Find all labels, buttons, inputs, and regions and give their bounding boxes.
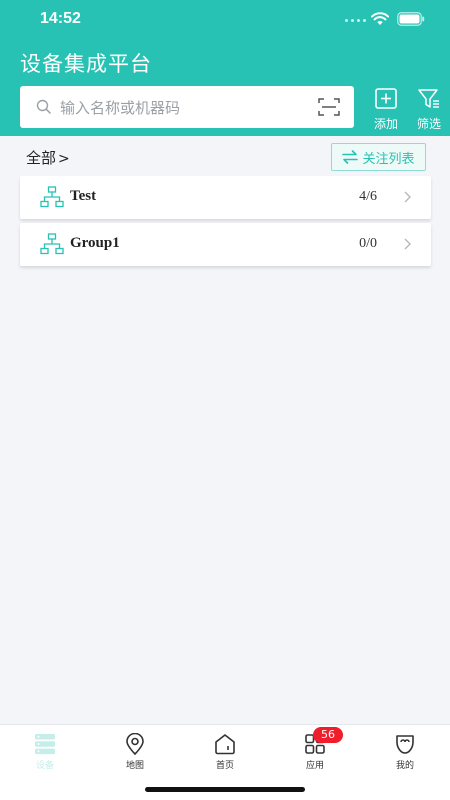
add-label: 添加 (373, 117, 398, 131)
follow-list-label: 关注列表 (362, 151, 415, 167)
scan-icon[interactable] (318, 97, 340, 117)
home-indicator (145, 787, 305, 792)
network-group-icon (40, 186, 64, 208)
apps-notification-badge: 56 (313, 727, 343, 743)
status-bar: 14:52 (0, 0, 450, 40)
tab-profile-label: 我的 (395, 761, 414, 771)
group-name: Test (70, 188, 97, 204)
tab-home[interactable]: 首页 (195, 733, 255, 771)
devices-icon (35, 734, 55, 755)
network-group-icon (40, 233, 64, 255)
map-pin-icon (126, 733, 144, 755)
breadcrumb-chevron: > (58, 151, 70, 167)
tab-map[interactable]: 地图 (105, 733, 165, 771)
tab-map-label: 地图 (125, 761, 144, 771)
app-header: 14:52 设备集成平台 输入名称或机器码 添加 筛选 (0, 0, 450, 136)
chevron-right-icon (404, 238, 411, 250)
add-icon (375, 88, 397, 109)
tab-home-label: 首页 (215, 761, 234, 771)
swap-icon (342, 150, 359, 164)
filter-icon (418, 89, 439, 108)
chevron-right-icon (404, 191, 411, 203)
follow-list-button[interactable]: 关注列表 (331, 143, 426, 171)
group-device-count: 4/6 (359, 189, 377, 204)
add-button[interactable]: 添加 (366, 88, 406, 132)
tab-devices-label: 设备 (35, 761, 54, 771)
breadcrumb[interactable]: 全部 > (26, 147, 70, 168)
tab-apps-label: 应用 (305, 761, 324, 771)
search-icon (36, 99, 51, 114)
filter-button[interactable]: 筛选 (409, 88, 449, 132)
status-time: 14:52 (40, 10, 81, 27)
page-title: 设备集成平台 (20, 52, 152, 76)
filter-label: 筛选 (416, 117, 441, 131)
home-icon (215, 734, 235, 755)
tab-profile[interactable]: 我的 (375, 733, 435, 771)
profile-icon (396, 735, 414, 754)
group-item[interactable]: Group1 0/0 (20, 223, 431, 266)
tab-devices[interactable]: 设备 (15, 733, 75, 771)
wifi-icon (371, 12, 389, 25)
group-name: Group1 (70, 235, 120, 251)
group-device-count: 0/0 (359, 236, 377, 251)
signal-icon (345, 19, 366, 22)
battery-icon (397, 12, 425, 26)
group-item[interactable]: Test 4/6 (20, 176, 431, 219)
search-placeholder: 输入名称或机器码 (60, 99, 181, 117)
breadcrumb-label: 全部 (26, 149, 57, 167)
search-input[interactable]: 输入名称或机器码 (20, 86, 354, 128)
